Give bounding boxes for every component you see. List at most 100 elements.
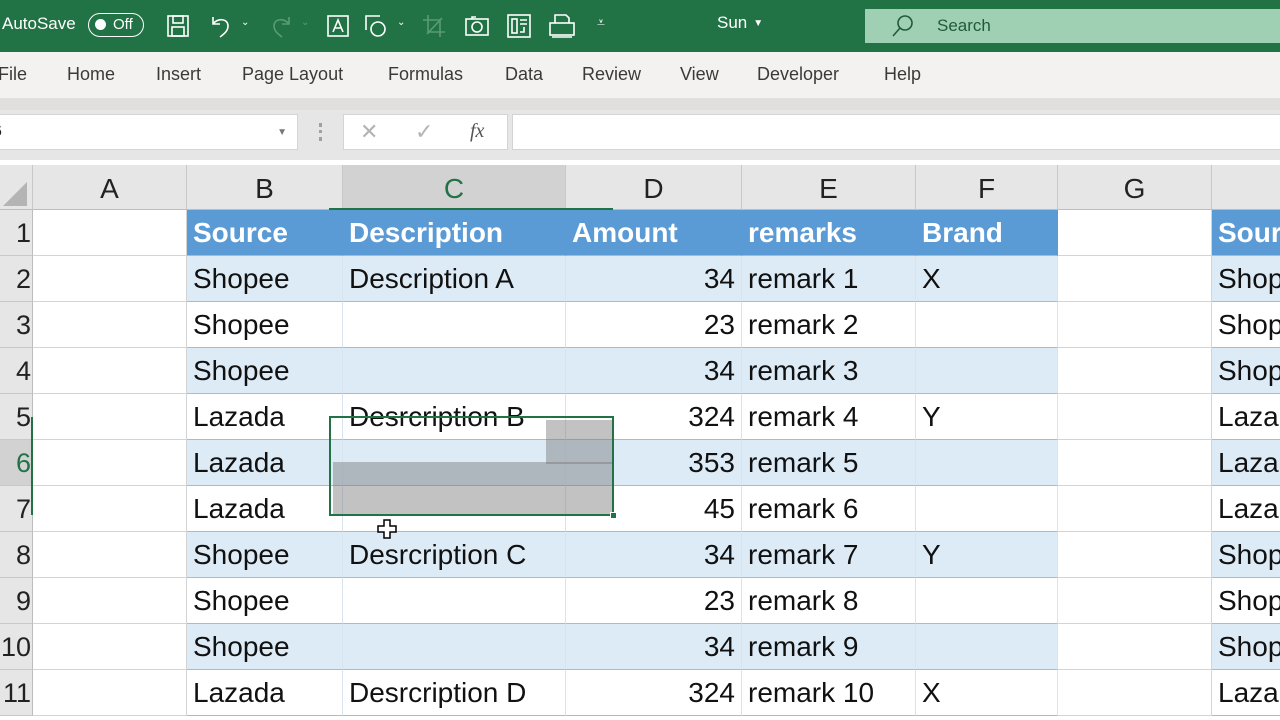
formula-bar-resize-handle[interactable] <box>319 123 322 141</box>
table-cell[interactable]: Y <box>916 532 1058 578</box>
table-cell[interactable] <box>916 302 1058 348</box>
table-cell[interactable]: 34 <box>566 624 742 670</box>
table-cell[interactable]: 23 <box>566 578 742 624</box>
drag-selection-outline[interactable] <box>329 416 617 519</box>
cell-g8[interactable] <box>1058 532 1212 578</box>
table-header-cell[interactable]: Description <box>343 210 566 256</box>
table-cell[interactable]: 23 <box>566 302 742 348</box>
table-cell[interactable]: Shopee <box>187 578 343 624</box>
table-cell[interactable] <box>916 486 1058 532</box>
table-cell[interactable] <box>343 578 566 624</box>
table-cell[interactable] <box>916 624 1058 670</box>
cell-a2[interactable] <box>33 256 187 302</box>
row-header[interactable]: 10 <box>0 624 33 670</box>
table-cell[interactable] <box>343 302 566 348</box>
cell-g6[interactable] <box>1058 440 1212 486</box>
table-cell[interactable]: remark 3 <box>742 348 916 394</box>
row-header[interactable]: 11 <box>0 670 33 716</box>
name-box-dropdown-icon[interactable]: ▼ <box>277 127 287 138</box>
table-cell[interactable] <box>343 624 566 670</box>
tab-home[interactable]: Home <box>67 64 115 85</box>
table-cell[interactable]: Shopee <box>187 348 343 394</box>
table-cell[interactable]: 34 <box>566 348 742 394</box>
row-header[interactable]: 8 <box>0 532 33 578</box>
table-cell[interactable]: remark 10 <box>742 670 916 716</box>
cell-g4[interactable] <box>1058 348 1212 394</box>
undo-button[interactable] <box>206 12 236 40</box>
table-cell[interactable] <box>916 348 1058 394</box>
autosave-toggle[interactable]: Off <box>88 13 144 37</box>
undo-dropdown-icon[interactable]: ⌄ <box>241 17 249 28</box>
table-cell[interactable]: remark 8 <box>742 578 916 624</box>
table-cell[interactable]: remark 6 <box>742 486 916 532</box>
table-cell[interactable]: Laza <box>1212 440 1280 486</box>
text-box-button[interactable] <box>324 12 352 40</box>
table-cell[interactable]: remark 1 <box>742 256 916 302</box>
column-header-c[interactable]: C <box>343 165 566 210</box>
table-header-cell[interactable]: Amount <box>566 210 742 256</box>
table-cell[interactable]: Shop <box>1212 348 1280 394</box>
table-cell[interactable]: Lazada <box>187 670 343 716</box>
cancel-icon[interactable]: ✕ <box>360 119 378 145</box>
cell-a5[interactable] <box>33 394 187 440</box>
form-button[interactable] <box>505 12 533 40</box>
column-header-f[interactable]: F <box>916 165 1058 210</box>
print-button[interactable] <box>547 12 577 40</box>
table-cell[interactable]: 324 <box>566 670 742 716</box>
table-cell[interactable]: remark 2 <box>742 302 916 348</box>
table-cell[interactable]: Shop <box>1212 578 1280 624</box>
table-cell[interactable]: Shop <box>1212 302 1280 348</box>
table-cell[interactable]: Laza <box>1212 670 1280 716</box>
redo-button[interactable] <box>266 12 296 40</box>
cell-a1[interactable] <box>33 210 187 256</box>
table-cell[interactable]: Lazada <box>187 440 343 486</box>
table-cell[interactable]: Laza <box>1212 394 1280 440</box>
row-header[interactable]: 2 <box>0 256 33 302</box>
table-cell[interactable]: Shop <box>1212 624 1280 670</box>
table-header-cell[interactable]: Source <box>187 210 343 256</box>
cell-a8[interactable] <box>33 532 187 578</box>
enter-icon[interactable]: ✓ <box>415 119 433 145</box>
table-cell[interactable]: remark 4 <box>742 394 916 440</box>
row-header[interactable]: 9 <box>0 578 33 624</box>
insert-function-icon[interactable]: fx <box>470 120 484 143</box>
table-cell[interactable]: Laza <box>1212 486 1280 532</box>
table-header-cell[interactable]: Brand <box>916 210 1058 256</box>
table-header-cell[interactable]: remarks <box>742 210 916 256</box>
table-header-cell[interactable]: Sour <box>1212 210 1280 256</box>
column-header-h[interactable] <box>1212 165 1280 210</box>
cell-a9[interactable] <box>33 578 187 624</box>
customize-toolbar-icon[interactable]: ⩡ <box>597 14 605 31</box>
cell-g3[interactable] <box>1058 302 1212 348</box>
cell-a6[interactable] <box>33 440 187 486</box>
name-box[interactable]: 6 ▼ <box>0 114 298 150</box>
table-cell[interactable]: Y <box>916 394 1058 440</box>
cell-a7[interactable] <box>33 486 187 532</box>
cell-g1[interactable] <box>1058 210 1212 256</box>
table-cell[interactable] <box>916 440 1058 486</box>
table-cell[interactable]: Desrcription D <box>343 670 566 716</box>
table-cell[interactable]: Shop <box>1212 532 1280 578</box>
cell-a4[interactable] <box>33 348 187 394</box>
tab-view[interactable]: View <box>680 64 719 85</box>
table-cell[interactable]: Shopee <box>187 256 343 302</box>
save-button[interactable] <box>163 12 193 40</box>
table-cell[interactable] <box>916 578 1058 624</box>
table-cell[interactable]: X <box>916 256 1058 302</box>
column-header-g[interactable]: G <box>1058 165 1212 210</box>
column-header-d[interactable]: D <box>566 165 742 210</box>
document-title[interactable]: Sun ▼ <box>717 13 763 33</box>
fill-handle[interactable] <box>610 512 617 519</box>
cell-a10[interactable] <box>33 624 187 670</box>
shapes-button[interactable] <box>362 12 390 40</box>
row-header[interactable]: 4 <box>0 348 33 394</box>
table-cell[interactable]: Shop <box>1212 256 1280 302</box>
tab-help[interactable]: Help <box>884 64 921 85</box>
tab-page-layout[interactable]: Page Layout <box>242 64 343 85</box>
cell-g11[interactable] <box>1058 670 1212 716</box>
table-cell[interactable]: Shopee <box>187 532 343 578</box>
tab-file[interactable]: File <box>0 64 27 85</box>
table-cell[interactable]: Lazada <box>187 486 343 532</box>
table-cell[interactable]: 34 <box>566 256 742 302</box>
formula-input[interactable] <box>512 114 1280 150</box>
